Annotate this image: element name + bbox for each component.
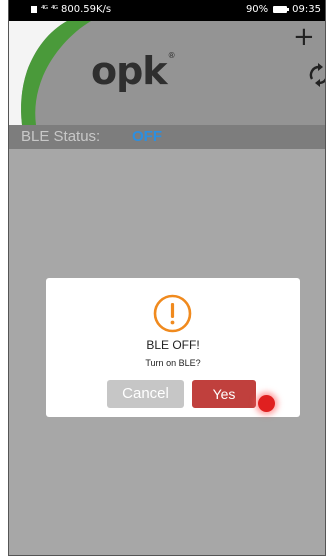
brand-logo: opk ®: [91, 49, 176, 93]
network-speed: 800.59K/s: [61, 4, 112, 15]
add-device-button[interactable]: +: [293, 24, 315, 50]
alert-circle-icon: [153, 294, 192, 333]
status-bar: ⁴ᴳ ⁴ᴳ 800.59K/s 90% 09:35: [9, 0, 325, 21]
registered-mark: ®: [167, 51, 176, 60]
app-header: opk ® +: [9, 21, 325, 125]
refresh-button[interactable]: [309, 63, 325, 87]
refresh-icon: [309, 63, 325, 87]
signal-icon-2: ⁴ᴳ: [51, 4, 58, 15]
yes-button[interactable]: Yes: [192, 380, 256, 408]
battery-percent: 90%: [245, 4, 269, 15]
ble-status-value: OFF: [132, 128, 162, 145]
dialog-message: Turn on BLE?: [145, 358, 201, 368]
notification-icon: [31, 6, 37, 13]
ble-off-dialog: BLE OFF! Turn on BLE? Cancel Yes: [46, 278, 300, 417]
ble-status-bar: BLE Status: OFF: [9, 125, 325, 149]
clock: 09:35: [292, 4, 321, 15]
plus-icon: +: [293, 22, 315, 52]
app-screen: ⁴ᴳ ⁴ᴳ 800.59K/s 90% 09:35 opk ® + BLE St…: [8, 0, 326, 556]
cancel-button[interactable]: Cancel: [107, 380, 184, 408]
touch-indicator: [258, 395, 275, 412]
battery-icon: [273, 6, 290, 13]
signal-icon-1: ⁴ᴳ: [41, 4, 48, 15]
dialog-title: BLE OFF!: [146, 338, 200, 352]
ble-status-label: BLE Status:: [21, 128, 101, 145]
logo-text: opk: [91, 49, 168, 93]
